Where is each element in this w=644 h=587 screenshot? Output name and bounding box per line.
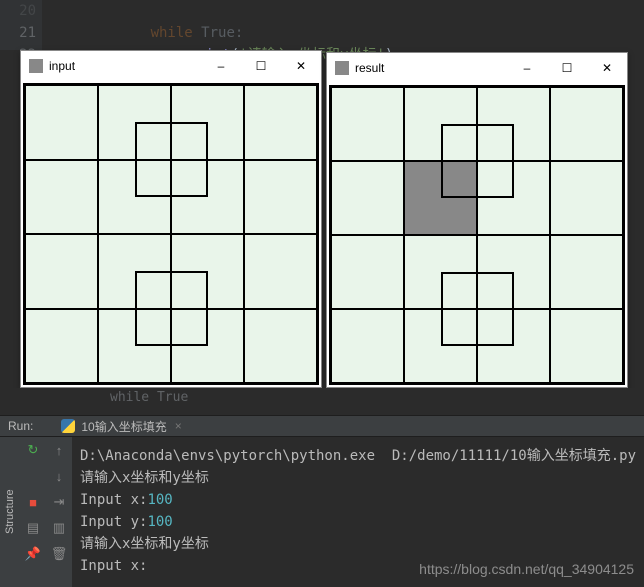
line-gutter: 20 21 22 <box>0 0 42 50</box>
line-number: 21 <box>0 22 36 44</box>
inner-box <box>441 272 514 346</box>
run-label: Run: <box>8 419 33 433</box>
code-text: True: <box>193 25 244 41</box>
console-prompt: Input x: <box>80 492 147 508</box>
titlebar[interactable]: input ‒ ☐ ✕ <box>21 51 321 81</box>
line-number: 20 <box>0 0 36 22</box>
watermark: https://blog.csdn.net/qq_34904125 <box>419 561 634 577</box>
tab-close-icon[interactable]: × <box>175 419 182 433</box>
stop-button[interactable]: ■ <box>20 489 46 515</box>
canvas-input <box>23 83 319 385</box>
window-input[interactable]: input ‒ ☐ ✕ <box>20 50 322 388</box>
console-prompt: Input y: <box>80 514 147 530</box>
structure-tab[interactable]: Structure <box>0 437 20 587</box>
minimize-button[interactable]: ‒ <box>201 52 241 80</box>
window-title: input <box>49 59 75 73</box>
titlebar[interactable]: result ‒ ☐ ✕ <box>327 53 627 83</box>
rerun-button[interactable]: ↻ <box>20 437 46 463</box>
code-editor[interactable]: 20 21 22 while True: print('请输入x坐标和y坐标')… <box>0 0 644 50</box>
pin-button[interactable]: 📌 <box>20 541 46 567</box>
scroll-button[interactable]: ▥ <box>46 515 72 541</box>
python-icon <box>61 419 75 433</box>
inner-box <box>441 124 514 198</box>
user-input: 100 <box>147 514 172 530</box>
console-line: 请输入x坐标和y坐标 <box>80 470 209 486</box>
run-tab[interactable]: 10输入坐标填充 <box>81 418 166 435</box>
up-button[interactable]: ↑ <box>46 437 72 463</box>
console-prompt: Input x: <box>80 558 147 574</box>
console-gutter: ↻↑ ↓ ■⇥ ▤▥ 📌🗑 <box>20 437 72 587</box>
close-button[interactable]: ✕ <box>281 52 321 80</box>
user-input: 100 <box>147 492 172 508</box>
minimize-button[interactable]: ‒ <box>507 54 547 82</box>
maximize-button[interactable]: ☐ <box>241 52 281 80</box>
breadcrumb-context: while True <box>0 388 644 408</box>
maximize-button[interactable]: ☐ <box>547 54 587 82</box>
window-result[interactable]: result ‒ ☐ ✕ <box>326 52 628 388</box>
run-toolbar: Run: 10输入坐标填充 × <box>0 415 644 437</box>
canvas-result <box>329 85 625 385</box>
window-title: result <box>355 61 384 75</box>
console-line: 请输入x坐标和y坐标 <box>80 536 209 552</box>
trash-button[interactable]: 🗑 <box>46 541 72 567</box>
close-button[interactable]: ✕ <box>587 54 627 82</box>
app-icon <box>29 59 43 73</box>
console-line: D:\Anaconda\envs\pytorch\python.exe D:/d… <box>80 448 636 464</box>
app-icon <box>335 61 349 75</box>
inner-box <box>135 122 208 197</box>
down-button[interactable]: ↓ <box>46 463 72 489</box>
softwrap-button[interactable]: ⇥ <box>46 489 72 515</box>
layout-button[interactable]: ▤ <box>20 515 46 541</box>
keyword: while <box>151 25 193 41</box>
spacer <box>20 463 46 489</box>
inner-box <box>135 271 208 346</box>
